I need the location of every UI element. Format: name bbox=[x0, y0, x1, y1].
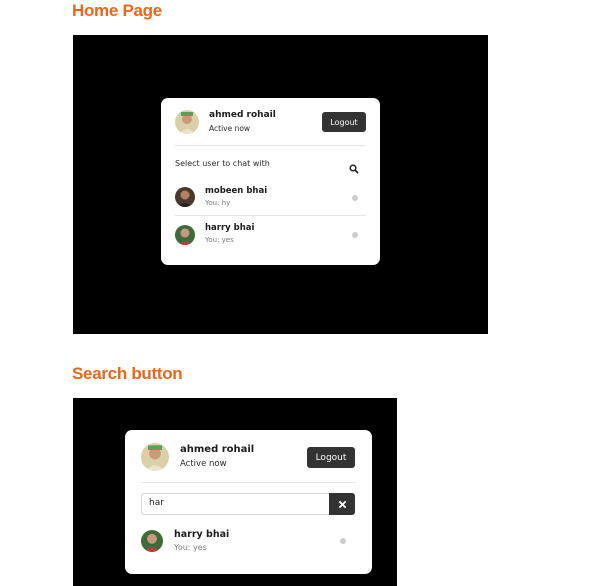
home-page-heading: Home Page bbox=[72, 1, 162, 20]
user-avatar-icon bbox=[141, 443, 169, 471]
search-prompt: Select user to chat with bbox=[175, 159, 270, 168]
home-page-screenshot: ahmed rohail Active now Logout Select us… bbox=[73, 35, 488, 334]
header-divider bbox=[175, 145, 366, 146]
search-section-heading: Search button bbox=[72, 364, 183, 383]
user-name: mobeen bhai bbox=[205, 186, 268, 196]
current-user-name: ahmed rohail bbox=[180, 444, 255, 455]
close-icon[interactable] bbox=[329, 493, 355, 515]
row-divider bbox=[175, 215, 366, 216]
header-divider bbox=[141, 482, 356, 483]
current-user-status: Active now bbox=[209, 124, 251, 133]
avatar bbox=[175, 187, 195, 207]
search-input[interactable]: har bbox=[141, 493, 329, 515]
avatar bbox=[141, 530, 163, 552]
user-list-item[interactable]: mobeen bhai You: hy bbox=[161, 182, 380, 216]
user-name: harry bhai bbox=[205, 223, 255, 233]
status-dot bbox=[352, 195, 358, 201]
last-message: You: hy bbox=[205, 199, 231, 207]
status-dot bbox=[352, 232, 358, 238]
user-list-item[interactable]: harry bhai You: yes bbox=[125, 525, 372, 561]
chat-users-card: ahmed rohail Active now Logout Select us… bbox=[161, 98, 380, 265]
status-dot bbox=[340, 538, 346, 544]
avatar bbox=[175, 225, 195, 245]
search-icon[interactable] bbox=[349, 159, 359, 174]
user-name: harry bhai bbox=[174, 529, 230, 540]
last-message: You: yes bbox=[205, 236, 234, 244]
search-input-value: har bbox=[149, 498, 164, 508]
current-user-status: Active now bbox=[180, 459, 227, 469]
user-avatar-icon bbox=[175, 110, 199, 134]
last-message: You: yes bbox=[174, 543, 207, 552]
current-user-name: ahmed rohail bbox=[209, 110, 276, 120]
search-screenshot: ahmed rohail Active now Logout har harry… bbox=[73, 398, 397, 586]
logout-button[interactable]: Logout bbox=[322, 112, 366, 132]
logout-button[interactable]: Logout bbox=[307, 447, 355, 468]
user-list-item[interactable]: harry bhai You: yes bbox=[161, 220, 380, 254]
chat-users-card: ahmed rohail Active now Logout har harry… bbox=[125, 430, 372, 574]
